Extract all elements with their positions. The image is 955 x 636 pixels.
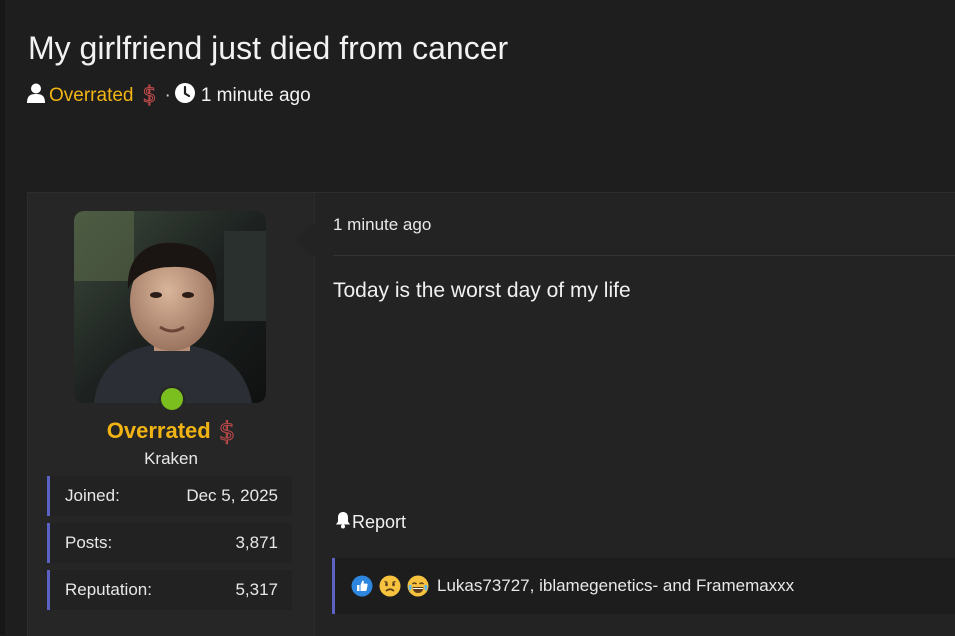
crying-laughing-icon [407,575,429,597]
stat-value: 5,317 [235,580,278,599]
stat-value: Dec 5, 2025 [186,486,278,505]
post-time[interactable]: 1 minute ago [333,215,431,235]
stat-joined: Joined: Dec 5, 2025 [47,476,292,516]
avatar[interactable] [74,211,266,403]
report-button[interactable]: Report [334,511,406,534]
post-divider [333,255,955,256]
thread-time[interactable]: 1 minute ago [201,85,311,107]
left-rail [0,0,5,635]
reaction-users[interactable]: Lukas73727, iblamegenetics- and Framemax… [437,576,794,596]
stat-label: Posts: [65,533,113,552]
like-icon [351,575,373,597]
stat-label: Joined: [65,486,120,505]
post-container: Overrated $ Kraken Joined: Dec 5, 2025 Po… [27,192,955,636]
post-user-sidebar: Overrated $ Kraken Joined: Dec 5, 2025 Po… [28,193,315,636]
thread-meta: Overrated $ · 1 minute ago [27,83,311,109]
username-link[interactable]: Overrated [107,418,211,443]
meta-separator: · [164,85,171,106]
reactions-bar[interactable]: Lukas73727, iblamegenetics- and Framemax… [332,558,955,614]
post-username: Overrated $ [28,417,314,447]
online-status-indicator [159,386,185,412]
post-body: Today is the worst day of my life [333,279,631,302]
thread-author-link[interactable]: Overrated [49,85,133,107]
sad-icon [379,575,401,597]
stat-posts: Posts: 3,871 [47,523,292,563]
dollar-badge-icon: $ [142,83,157,108]
bell-icon [334,511,352,534]
clock-icon [174,83,195,109]
user-icon [27,83,45,109]
thread-title: My girlfriend just died from cancer [28,30,509,66]
stat-label: Reputation: [65,580,152,599]
dollar-badge-icon: $ [218,417,236,447]
stat-value[interactable]: 3,871 [235,533,278,553]
stat-reputation: Reputation: 5,317 [47,570,292,610]
user-title: Kraken [144,449,198,468]
report-label: Report [352,512,407,532]
